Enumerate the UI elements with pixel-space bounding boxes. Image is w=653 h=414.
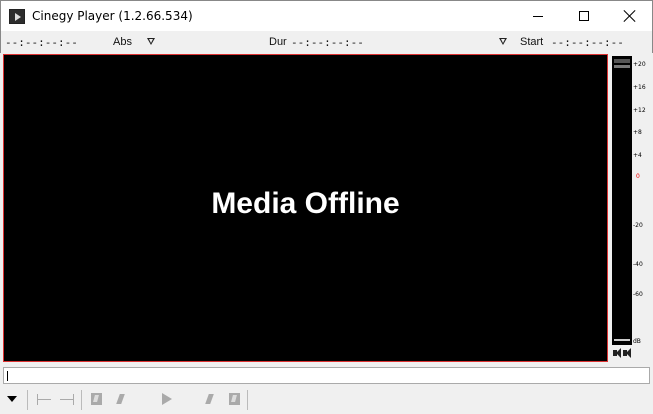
- menu-dropdown-button[interactable]: [5, 391, 19, 407]
- set-in-button[interactable]: [89, 391, 103, 407]
- audio-meter-scale: +20 +16 +12 +8 +4 0 -20 -40 -60 dB: [633, 56, 653, 346]
- previous-frame-icon: [115, 394, 125, 404]
- go-to-out-button[interactable]: [59, 391, 75, 407]
- meter-tick: +12: [633, 107, 646, 114]
- mark-out-icon: [60, 393, 74, 405]
- meter-level-bar: [614, 65, 630, 68]
- timecode-bar: --:--:--:-- Abs Dur --:--:--:-- Start --…: [0, 31, 653, 53]
- set-out-icon: [228, 393, 240, 405]
- audio-channels[interactable]: [611, 348, 633, 360]
- window-title: Cinegy Player (1.2.66.534): [32, 9, 193, 23]
- next-frame-button[interactable]: [204, 391, 214, 407]
- set-in-icon: [90, 393, 102, 405]
- separator: [247, 390, 248, 410]
- minimize-button[interactable]: [515, 1, 561, 31]
- position-timecode: --:--:--:--: [5, 36, 78, 49]
- close-icon: [624, 10, 636, 22]
- close-button[interactable]: [607, 1, 653, 31]
- seek-bar[interactable]: [3, 367, 650, 384]
- meter-tick-zero: 0: [636, 173, 640, 180]
- speaker-icon[interactable]: [623, 348, 631, 358]
- duration-timecode: --:--:--:--: [291, 36, 364, 49]
- separator: [81, 390, 82, 410]
- meter-tick: -20: [633, 222, 643, 229]
- playhead[interactable]: [7, 371, 8, 381]
- meter-tick: +20: [633, 61, 646, 68]
- speaker-icon[interactable]: [613, 348, 621, 358]
- chevron-down-icon: [7, 396, 17, 402]
- meter-tick: -60: [633, 291, 643, 298]
- go-to-in-button[interactable]: [36, 391, 52, 407]
- minimize-icon: [533, 15, 543, 17]
- maximize-icon: [579, 11, 589, 21]
- set-out-button[interactable]: [227, 391, 241, 407]
- start-mode-dropdown-icon[interactable]: [499, 38, 507, 46]
- maximize-button[interactable]: [561, 1, 607, 31]
- meter-tick: +8: [633, 129, 642, 136]
- start-timecode: --:--:--:--: [551, 36, 624, 49]
- duration-label: Dur: [269, 36, 287, 48]
- transport-controls: [0, 386, 653, 414]
- mark-in-icon: [37, 393, 51, 405]
- abs-mode-dropdown-icon[interactable]: [147, 38, 155, 46]
- play-icon: [162, 393, 172, 405]
- media-offline-message: Media Offline: [211, 187, 400, 220]
- meter-peak-bar: [614, 59, 630, 63]
- abs-mode-label[interactable]: Abs: [113, 36, 132, 48]
- meter-tick: +16: [633, 84, 646, 91]
- cinegy-player-icon: [9, 9, 25, 24]
- start-label: Start: [520, 36, 544, 48]
- play-button[interactable]: [160, 391, 174, 407]
- video-viewport[interactable]: Media Offline: [3, 54, 608, 362]
- title-bar: Cinegy Player (1.2.66.534): [0, 0, 653, 31]
- meter-floor-bar: [614, 339, 630, 341]
- previous-frame-button[interactable]: [115, 391, 125, 407]
- meter-tick: -40: [633, 261, 643, 268]
- next-frame-icon: [204, 394, 214, 404]
- meter-unit-label: dB: [633, 338, 641, 345]
- separator: [27, 390, 28, 410]
- meter-tick: +4: [633, 152, 642, 159]
- audio-level-meter: [612, 56, 632, 345]
